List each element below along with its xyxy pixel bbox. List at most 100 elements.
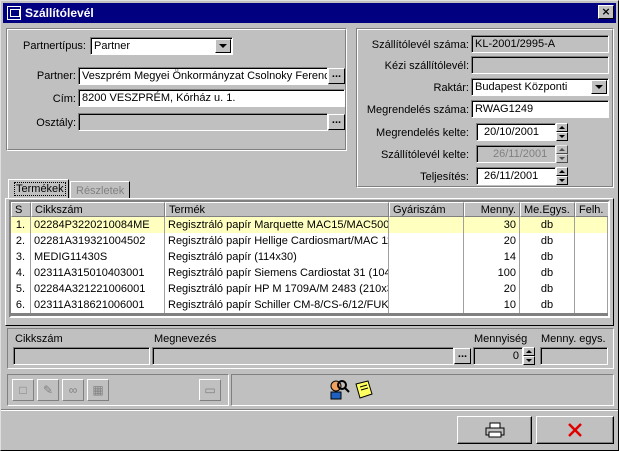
edit-mennyiseg-field[interactable]: 0: [473, 347, 523, 365]
megrend-kelte-spinner[interactable]: [556, 123, 568, 141]
edit-mennyiseg-spinner[interactable]: [523, 347, 535, 365]
products-grid[interactable]: S Cikkszám Termék Gyáriszám Menny. Me.Eg…: [9, 200, 610, 318]
cell-felh: [575, 249, 608, 265]
teljesites-spinner[interactable]: [556, 167, 568, 185]
table-row[interactable]: 1. 02284P3220210084ME Regisztráló papír Ma…: [11, 217, 608, 233]
cell-s: 6.: [11, 297, 31, 313]
table-row[interactable]: 4. 02311A315010403001 Regisztráló papír Si…: [11, 265, 608, 281]
cell-gyariszam: [389, 217, 464, 233]
megrend-szam-field[interactable]: RWAG1249: [471, 100, 609, 118]
cell-termek: Regisztráló papír (114x30): [165, 249, 389, 265]
table-row[interactable]: 2. 02281A319321004502 Regisztráló papír He…: [11, 233, 608, 249]
osztaly-browse-button[interactable]: ...: [328, 114, 345, 130]
cell-felh: [575, 265, 608, 281]
main-window: Szállítólevél × Partnertípus: Partner Pa…: [0, 0, 619, 451]
szamla-field: KL-2001/2995-A: [471, 35, 609, 53]
printer-icon: [485, 422, 504, 438]
osztaly-field[interactable]: [78, 113, 328, 131]
search-person-icon[interactable]: [326, 377, 350, 401]
table-row[interactable]: 3. MEDIG11430S Regisztráló papír (114x30) 1…: [11, 249, 608, 265]
cell-felh: [575, 281, 608, 297]
col-header-gyariszam[interactable]: Gyáriszám: [389, 202, 464, 217]
cell-menny: 14: [464, 249, 520, 265]
cell-felh: [575, 233, 608, 249]
table-row[interactable]: 6. 02311A318621006001 Regisztráló papír Sc…: [11, 297, 608, 313]
cell-cikkszam: 02281A319321004502: [31, 233, 165, 249]
edit-mennyiseg-label: Mennyiség: [474, 333, 528, 345]
cell-s: 3.: [11, 249, 31, 265]
cell-felh: [575, 297, 608, 313]
print-button[interactable]: [457, 416, 532, 444]
cell-cikkszam: MEDIG11430S: [31, 249, 165, 265]
cell-cikkszam: 02284P3220210084ME: [31, 217, 165, 233]
teljesites-field[interactable]: 26/11/2001: [476, 167, 556, 185]
toolbar-right: [231, 374, 614, 406]
partner-label: Partner:: [36, 70, 76, 82]
col-header-cikkszam[interactable]: Cikkszám: [31, 202, 165, 217]
new-item-icon: □: [12, 379, 34, 401]
cell-termek: Regisztráló papír HP M 1709A/M 2483 (210…: [165, 281, 389, 297]
raktar-dropdown-icon[interactable]: [591, 80, 607, 94]
edit-megnevezes-label: Megnevezés: [154, 333, 217, 345]
cell-cikkszam: 02311A318621006001: [31, 297, 165, 313]
col-header-termek[interactable]: Termék: [165, 202, 389, 217]
note-icon[interactable]: [353, 379, 375, 401]
folder-icon: ▭: [199, 379, 221, 401]
edit-cikkszam-label: Cikkszám: [15, 333, 63, 345]
cell-menny: 100: [464, 265, 520, 281]
tab-termekek[interactable]: Termékek: [8, 179, 69, 199]
table-row[interactable]: 5. 02284A321221006001 Regisztráló papír HP…: [11, 281, 608, 297]
cell-s: 5.: [11, 281, 31, 297]
window-title: Szállítólevél: [25, 6, 94, 20]
cell-termek: Regisztráló papír Marquette MAC15/MAC500…: [165, 217, 389, 233]
cell-me: db: [520, 249, 575, 265]
close-button[interactable]: ×: [598, 5, 614, 19]
cell-me: db: [520, 233, 575, 249]
raktar-select[interactable]: Budapest Központi: [471, 78, 609, 96]
szall-kelte-label: Szállítólevél kelte:: [380, 149, 469, 161]
cell-me: db: [520, 265, 575, 281]
partner-field[interactable]: Veszprém Megyei Önkormányzat Csolnoky Fe…: [78, 67, 328, 85]
cim-field[interactable]: 8200 VESZPRÉM, Kórház u. 1.: [78, 89, 345, 107]
raktar-label: Raktár:: [433, 82, 469, 94]
megrend-szam-label: Megrendelés száma:: [366, 104, 469, 116]
tab-reszletek: Részletek: [70, 181, 130, 199]
edit-menny-egys-label: Menny. egys.: [541, 333, 606, 345]
cell-s: 2.: [11, 233, 31, 249]
edit-cikkszam-field[interactable]: [13, 347, 150, 365]
cell-gyariszam: [389, 233, 464, 249]
grid-body: 1. 02284P3220210084ME Regisztráló papír Ma…: [11, 217, 608, 316]
kezi-label: Kézi szállítólevél:: [384, 60, 469, 72]
cell-termek: Regisztráló papír Schiller CM-8/CS-6/12/…: [165, 297, 389, 313]
link-item-icon: ∞: [62, 379, 84, 401]
megrend-kelte-field[interactable]: 20/10/2001: [476, 123, 556, 141]
cell-gyariszam: [389, 265, 464, 281]
szall-kelte-field: 26/11/2001: [476, 145, 556, 163]
cell-menny: 20: [464, 281, 520, 297]
col-header-felh[interactable]: Felh.: [575, 202, 608, 217]
edit-megnevezes-field[interactable]: [152, 347, 454, 365]
edit-megnevezes-browse-button[interactable]: ...: [454, 348, 471, 364]
close-red-icon: [568, 423, 582, 437]
window-icon: [7, 6, 21, 20]
cell-me: db: [520, 217, 575, 233]
partnertipus-dropdown-icon[interactable]: [215, 39, 231, 53]
cell-me: db: [520, 281, 575, 297]
partner-browse-button[interactable]: ...: [328, 68, 345, 84]
cell-felh: [575, 217, 608, 233]
col-header-s[interactable]: S: [11, 202, 31, 217]
partnertipus-select[interactable]: Partner: [90, 37, 233, 55]
divider: [1, 409, 618, 411]
cell-gyariszam: [389, 297, 464, 313]
szall-kelte-spinner: [556, 145, 568, 163]
cell-termek: Regisztráló papír Hellige Cardiosmart/MA…: [165, 233, 389, 249]
kezi-field[interactable]: [471, 56, 609, 74]
cancel-button[interactable]: [536, 416, 614, 444]
cell-gyariszam: [389, 249, 464, 265]
col-header-me-egys[interactable]: Me.Egys.: [520, 202, 575, 217]
title-bar[interactable]: Szállítólevél ×: [3, 3, 616, 23]
edit-menny-egys-field[interactable]: [540, 347, 608, 365]
cell-menny: 10: [464, 297, 520, 313]
col-header-menny[interactable]: Menny.: [464, 202, 520, 217]
cell-cikkszam: 02311A315010403001: [31, 265, 165, 281]
